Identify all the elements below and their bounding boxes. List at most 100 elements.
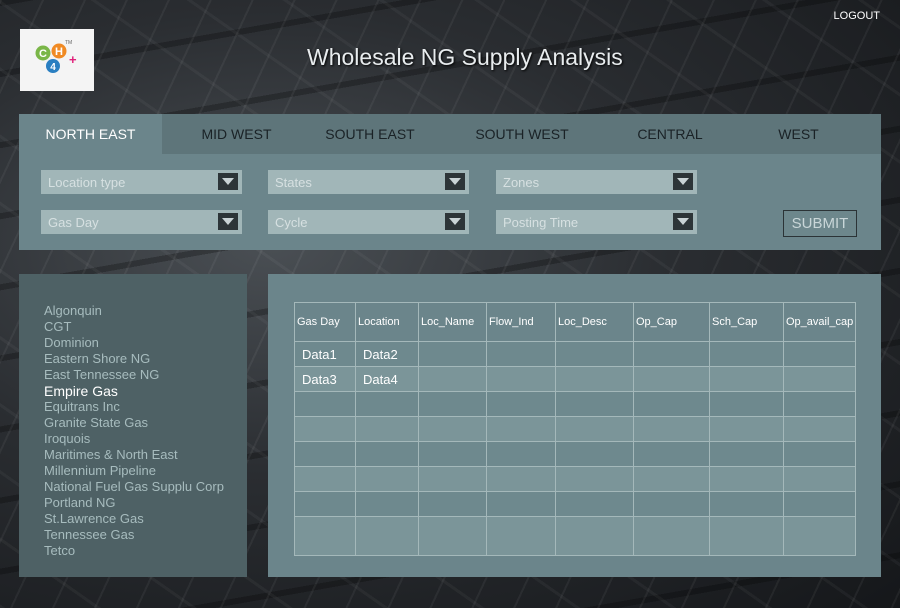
- pipeline-item[interactable]: Portland NG: [44, 495, 224, 511]
- table-cell: [555, 466, 634, 492]
- chevron-down-icon[interactable]: [218, 173, 238, 190]
- pipeline-item[interactable]: Millennium Pipeline: [44, 463, 224, 479]
- gas-day-label: Gas Day: [48, 215, 99, 230]
- chevron-down-icon[interactable]: [445, 173, 465, 190]
- chevron-down-icon[interactable]: [445, 213, 465, 230]
- ch4-logo: C H 4 TM +: [20, 29, 94, 91]
- table-cell: [355, 491, 419, 517]
- column-header[interactable]: Location: [355, 302, 419, 342]
- filter-panel: NORTH EAST MID WEST SOUTH EAST SOUTH WES…: [19, 114, 881, 250]
- table-cell: Data1: [294, 341, 356, 367]
- tab-mid-west[interactable]: MID WEST: [162, 114, 311, 154]
- table-cell: [486, 466, 556, 492]
- pipeline-item[interactable]: Maritimes & North East: [44, 447, 224, 463]
- table-cell: [633, 416, 710, 442]
- table-cell: Data3: [294, 366, 356, 392]
- table-cell: [709, 341, 784, 367]
- table-cell: [633, 366, 710, 392]
- table-cell: Data4: [355, 366, 419, 392]
- chevron-down-icon[interactable]: [218, 213, 238, 230]
- table-cell: [555, 391, 634, 417]
- chevron-down-icon[interactable]: [673, 173, 693, 190]
- table-cell: [555, 441, 634, 467]
- region-tabs: NORTH EAST MID WEST SOUTH EAST SOUTH WES…: [19, 114, 881, 154]
- table-cell: [783, 391, 856, 417]
- column-header[interactable]: Loc_Name: [418, 302, 487, 342]
- table-cell: [555, 491, 634, 517]
- posting-time-dropdown[interactable]: Posting Time: [496, 210, 697, 234]
- table-cell: [418, 366, 487, 392]
- pipeline-item[interactable]: Granite State Gas: [44, 415, 224, 431]
- pipeline-item[interactable]: St.Lawrence Gas: [44, 511, 224, 527]
- table-cell: [633, 466, 710, 492]
- logout-link[interactable]: LOGOUT: [834, 10, 880, 22]
- tab-central[interactable]: CENTRAL: [597, 114, 743, 154]
- svg-text:C: C: [39, 48, 47, 60]
- gas-day-dropdown[interactable]: Gas Day: [41, 210, 242, 234]
- pipeline-item[interactable]: Eastern Shore NG: [44, 351, 224, 367]
- tab-south-west[interactable]: SOUTH WEST: [449, 114, 595, 154]
- cycle-label: Cycle: [275, 215, 308, 230]
- pipeline-item[interactable]: CGT: [44, 319, 224, 335]
- table-cell: [418, 391, 487, 417]
- location-type-dropdown[interactable]: Location type: [41, 170, 242, 194]
- table-row: [294, 491, 856, 517]
- table-cell: [294, 416, 356, 442]
- page-title: Wholesale NG Supply Analysis: [307, 44, 623, 70]
- pipeline-item[interactable]: Equitrans Inc: [44, 399, 224, 415]
- cycle-dropdown[interactable]: Cycle: [268, 210, 469, 234]
- table-row: [294, 466, 856, 492]
- table-cell: [418, 491, 487, 517]
- column-header[interactable]: Op_avail_cap: [783, 302, 856, 342]
- tab-west[interactable]: WEST: [731, 114, 866, 154]
- table-cell: [418, 516, 487, 556]
- table-cell: [486, 366, 556, 392]
- column-header[interactable]: Gas Day: [294, 302, 356, 342]
- table-cell: [486, 441, 556, 467]
- location-type-label: Location type: [48, 175, 126, 190]
- table-cell: [418, 441, 487, 467]
- table-row: [294, 391, 856, 417]
- zones-dropdown[interactable]: Zones: [496, 170, 697, 194]
- table-row: [294, 516, 856, 556]
- table-cell: [633, 441, 710, 467]
- column-header[interactable]: Flow_Ind: [486, 302, 556, 342]
- pipeline-item[interactable]: Tetco: [44, 543, 224, 559]
- tab-south-east[interactable]: SOUTH EAST: [296, 114, 444, 154]
- column-header[interactable]: Sch_Cap: [709, 302, 784, 342]
- table-cell: [486, 516, 556, 556]
- pipeline-item[interactable]: East Tennessee NG: [44, 367, 224, 383]
- table-cell: [709, 516, 784, 556]
- posting-time-label: Posting Time: [503, 215, 579, 230]
- svg-text:H: H: [55, 46, 63, 58]
- table-cell: [418, 416, 487, 442]
- table-cell: [783, 491, 856, 517]
- column-header[interactable]: Loc_Desc: [555, 302, 634, 342]
- tab-north-east[interactable]: NORTH EAST: [19, 114, 162, 154]
- table-cell: [709, 366, 784, 392]
- pipeline-item[interactable]: Algonquin: [44, 303, 224, 319]
- table-cell: [294, 466, 356, 492]
- table-cell: [709, 416, 784, 442]
- table-cell: [783, 441, 856, 467]
- svg-text:+: +: [69, 52, 77, 67]
- pipeline-item[interactable]: Dominion: [44, 335, 224, 351]
- table-cell: [486, 341, 556, 367]
- pipeline-item[interactable]: Iroquois: [44, 431, 224, 447]
- chevron-down-icon[interactable]: [673, 213, 693, 230]
- table-cell: [709, 466, 784, 492]
- pipeline-item[interactable]: National Fuel Gas Supplu Corp: [44, 479, 224, 495]
- pipeline-item[interactable]: Empire Gas: [44, 383, 224, 399]
- submit-button[interactable]: SUBMIT: [783, 210, 857, 237]
- states-label: States: [275, 175, 312, 190]
- pipeline-item[interactable]: Tennessee Gas: [44, 527, 224, 543]
- table-row: [294, 441, 856, 467]
- svg-text:4: 4: [50, 62, 56, 73]
- table-cell: [709, 491, 784, 517]
- table-cell: [486, 491, 556, 517]
- column-header[interactable]: Op_Cap: [633, 302, 710, 342]
- states-dropdown[interactable]: States: [268, 170, 469, 194]
- table-cell: [555, 366, 634, 392]
- table-cell: [555, 516, 634, 556]
- table-cell: [294, 516, 356, 556]
